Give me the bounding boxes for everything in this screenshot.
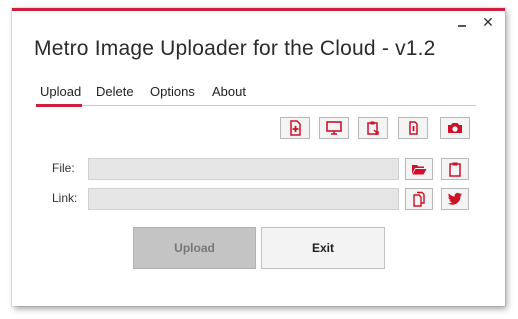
tab-delete[interactable]: Delete bbox=[96, 84, 134, 99]
file-label: File: bbox=[52, 161, 75, 175]
copy-button[interactable] bbox=[398, 117, 428, 139]
tab-about[interactable]: About bbox=[212, 84, 246, 99]
file-path-input[interactable] bbox=[88, 158, 399, 180]
app-window: ✕ Metro Image Uploader for the Cloud - v… bbox=[12, 8, 505, 306]
camera-button[interactable] bbox=[440, 117, 470, 139]
active-tab-indicator bbox=[36, 104, 82, 107]
add-file-button[interactable] bbox=[280, 117, 310, 139]
link-input[interactable] bbox=[88, 188, 399, 210]
browse-file-button[interactable] bbox=[405, 158, 433, 180]
clipboard-icon bbox=[449, 162, 461, 177]
twitter-share-button[interactable] bbox=[441, 188, 469, 210]
paste-file-button[interactable] bbox=[441, 158, 469, 180]
tab-options[interactable]: Options bbox=[150, 84, 195, 99]
copy-icon bbox=[409, 121, 418, 135]
window-title: Metro Image Uploader for the Cloud - v1.… bbox=[34, 37, 436, 60]
clipboard-paste-icon bbox=[367, 121, 379, 135]
screen-capture-button[interactable] bbox=[319, 117, 349, 139]
tab-divider bbox=[36, 105, 476, 106]
add-file-icon bbox=[290, 120, 301, 136]
clipboard-paste-button[interactable] bbox=[358, 117, 388, 139]
link-label: Link: bbox=[52, 191, 78, 205]
exit-button[interactable]: Exit bbox=[261, 227, 385, 269]
tab-upload[interactable]: Upload bbox=[40, 84, 81, 99]
upload-button[interactable]: Upload bbox=[133, 227, 256, 269]
close-icon[interactable]: ✕ bbox=[481, 15, 495, 29]
screen-capture-icon bbox=[326, 121, 342, 135]
folder-open-icon bbox=[412, 165, 427, 175]
minimize-icon[interactable] bbox=[455, 18, 469, 32]
camera-icon bbox=[448, 123, 462, 133]
copy-link-icon bbox=[413, 191, 425, 207]
copy-link-button[interactable] bbox=[405, 188, 433, 210]
twitter-icon bbox=[447, 192, 462, 205]
